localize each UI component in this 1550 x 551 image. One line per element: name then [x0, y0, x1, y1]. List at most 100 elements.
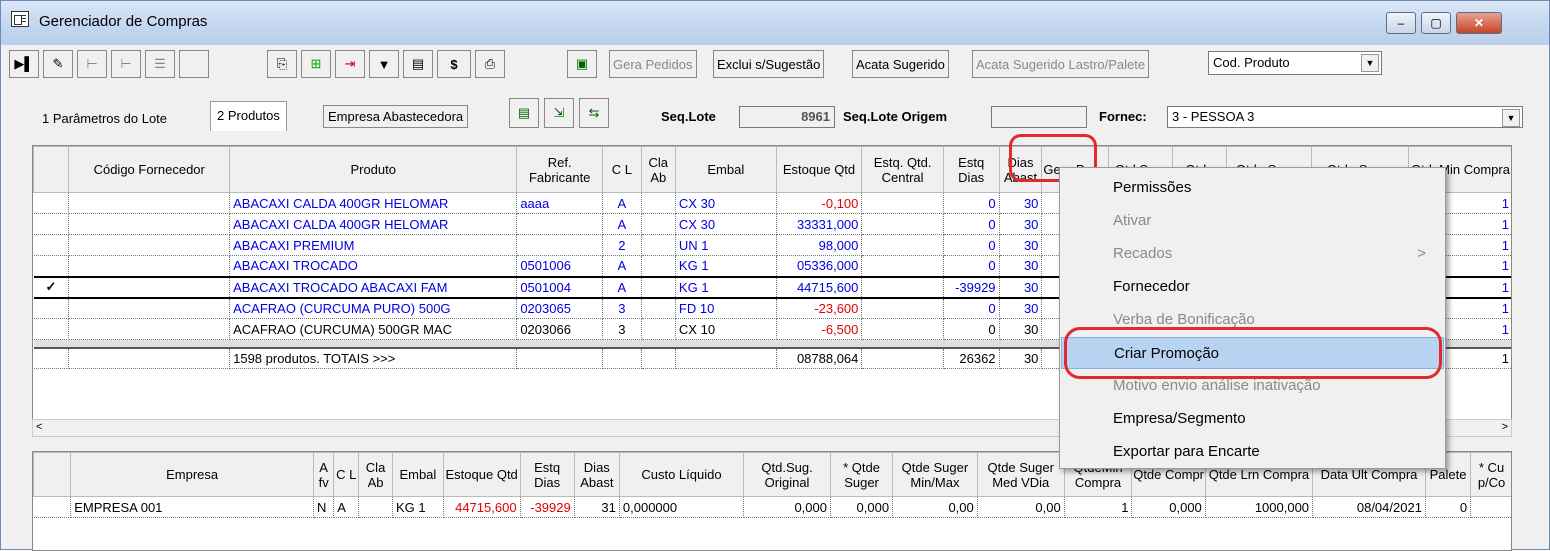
cell-total-estoque[interactable]: 08788,064 — [776, 347, 863, 369]
cell-total-label[interactable]: 1598 produtos. TOTAIS >>> — [229, 347, 518, 369]
cell-ref[interactable]: 0501006 — [516, 255, 604, 277]
col-header[interactable]: Empresa — [70, 452, 314, 497]
notes-icon[interactable]: ▤ — [403, 50, 433, 78]
cell-empty[interactable] — [602, 347, 642, 369]
cell-codigo-fornecedor[interactable] — [68, 318, 231, 340]
table-cell[interactable]: A — [333, 496, 360, 518]
cell-dias-abast[interactable]: 30 — [999, 234, 1043, 256]
cell-codigo-fornecedor[interactable] — [68, 213, 231, 235]
row-indicator[interactable] — [33, 192, 70, 214]
empresa-abastecedora-button[interactable]: Empresa Abastecedora — [323, 105, 469, 128]
table-cell[interactable]: KG 1 — [392, 496, 444, 518]
col-header[interactable]: Estq Dias — [942, 146, 1000, 193]
restore-button[interactable]: ▢ — [1421, 12, 1451, 34]
cell-embal[interactable]: KG 1 — [675, 255, 777, 277]
cell-produto[interactable]: ABACAXI PREMIUM — [229, 234, 518, 256]
cell-produto[interactable]: ACAFRAO (CURCUMA) 500GR MAC — [229, 318, 518, 340]
cell-empty[interactable] — [675, 347, 777, 369]
cell-cla-ab[interactable] — [641, 213, 676, 235]
grid-view-icon[interactable]: ▤ — [509, 98, 539, 128]
cell-central[interactable] — [861, 318, 944, 340]
col-header[interactable]: Qtde Suger Med VDia — [976, 452, 1065, 497]
col-header[interactable]: Dias Abast — [573, 452, 620, 497]
cell-empty[interactable] — [861, 347, 944, 369]
col-header[interactable]: Cla Ab — [640, 146, 676, 193]
cell-empty[interactable] — [516, 347, 604, 369]
menu-item-fornecedor[interactable]: Fornecedor — [1061, 271, 1444, 303]
cell-estoque[interactable]: -0,100 — [776, 192, 863, 214]
cell-ref[interactable]: 0203065 — [516, 297, 604, 319]
menu-item-recados[interactable]: Recados > — [1061, 238, 1444, 270]
acata-sugerido-button[interactable]: Acata Sugerido — [852, 50, 949, 78]
cell-total-dias[interactable]: 26362 — [943, 347, 1000, 369]
menu-item-exportar-para-encarte[interactable]: Exportar para Encarte — [1061, 436, 1444, 468]
cell-produto[interactable]: ACAFRAO (CURCUMA PURO) 500G — [229, 297, 518, 319]
chevron-left-icon[interactable]: < — [36, 421, 42, 433]
tab-parametros[interactable]: 1 Parâmetros do Lote — [36, 105, 173, 131]
table-cell[interactable]: 0 — [1425, 496, 1472, 518]
cell-cl[interactable]: 3 — [602, 318, 642, 340]
table-cell[interactable]: 0,00 — [977, 496, 1065, 518]
cell-produto[interactable]: ABACAXI CALDA 400GR HELOMAR — [229, 213, 518, 235]
cell-ref[interactable] — [516, 234, 604, 256]
cell-codigo-fornecedor[interactable] — [68, 234, 231, 256]
cell-estoque[interactable]: -23,600 — [776, 297, 863, 319]
table-cell[interactable]: 0,000 — [830, 496, 894, 518]
minimize-button[interactable]: – — [1386, 12, 1416, 34]
cell-embal[interactable]: KG 1 — [675, 275, 777, 299]
cell-estq-dias[interactable]: 0 — [943, 255, 1000, 277]
cell-embal[interactable]: CX 30 — [675, 213, 777, 235]
cell-estq-dias[interactable]: 0 — [943, 297, 1000, 319]
cell-cla-ab[interactable] — [641, 192, 676, 214]
order-by-select[interactable]: Cod. Produto ▼ — [1208, 51, 1382, 75]
table-cell[interactable]: 44715,600 — [443, 496, 521, 518]
col-header[interactable]: Código Fornecedor — [68, 146, 231, 193]
cell-dias-abast[interactable]: 30 — [999, 318, 1043, 340]
table-cell[interactable] — [1470, 496, 1511, 518]
export-arrow-icon[interactable]: ⇥ — [335, 50, 365, 78]
exit-icon[interactable]: ▶▌ — [9, 50, 39, 78]
filter-icon[interactable]: ▼ — [369, 50, 399, 78]
close-button[interactable]: ✕ — [1456, 12, 1502, 34]
eraser-icon[interactable]: ✎ — [43, 50, 73, 78]
list-icon[interactable]: ☰ — [145, 50, 175, 78]
col-header[interactable]: Estoque Qtd — [442, 452, 521, 497]
cell-produto[interactable]: ABACAXI CALDA 400GR HELOMAR — [229, 192, 518, 214]
table-cell[interactable]: 08/04/2021 — [1312, 496, 1426, 518]
cell-total-abast[interactable]: 30 — [999, 347, 1043, 369]
table-row[interactable]: EMPRESA 001 N A KG 1 44715,600 -39929 31 0,0000… — [33, 496, 1511, 518]
add-grid-icon[interactable]: ⊞ — [301, 50, 331, 78]
cell-cl[interactable]: A — [602, 255, 642, 277]
cell-produto[interactable]: ABACAXI TROCADO ABACAXI FAM — [229, 275, 518, 299]
gera-pedidos-button[interactable]: Gera Pedidos — [609, 50, 697, 78]
table-cell[interactable]: 1 — [1064, 496, 1133, 518]
tree-alt-icon[interactable]: ⊢ — [111, 50, 141, 78]
price-icon[interactable]: $ — [437, 50, 471, 78]
cell-estq-dias[interactable]: 0 — [943, 318, 1000, 340]
cell-estq-dias[interactable]: -39929 — [943, 275, 1000, 299]
row-indicator[interactable] — [33, 297, 70, 319]
tab-produtos[interactable]: 2 Produtos — [210, 101, 287, 131]
col-header[interactable]: Qtde Suger Min/Max — [892, 452, 978, 497]
cell-cla-ab[interactable] — [641, 297, 676, 319]
menu-item-empresa-segmento[interactable]: Empresa/Segmento — [1061, 403, 1444, 435]
exclui-sugestao-button[interactable]: Exclui s/Sugestão — [713, 50, 825, 78]
cell-embal[interactable]: CX 30 — [675, 192, 777, 214]
table-cell[interactable]: 0,00 — [892, 496, 978, 518]
cell-cl[interactable]: A — [602, 275, 642, 299]
cell-ref[interactable]: 0501004 — [516, 275, 604, 299]
cell-embal[interactable]: FD 10 — [675, 297, 777, 319]
chevron-right-icon[interactable]: > — [1502, 421, 1508, 433]
blank-icon[interactable] — [179, 50, 209, 78]
col-header[interactable]: * Qtde Suger — [829, 452, 894, 497]
cell-central[interactable] — [861, 213, 944, 235]
cell-ref[interactable]: aaaa — [516, 192, 604, 214]
col-header[interactable]: C L — [602, 146, 642, 193]
copy-icon[interactable]: ⎘ — [267, 50, 297, 78]
table-cell[interactable]: 0,000 — [1131, 496, 1206, 518]
cell-embal[interactable]: UN 1 — [675, 234, 777, 256]
menu-item-permiss-es[interactable]: Permissões — [1061, 172, 1444, 204]
cell-embal[interactable]: CX 10 — [675, 318, 777, 340]
table-cell[interactable]: N — [313, 496, 335, 518]
cell-central[interactable] — [861, 192, 944, 214]
